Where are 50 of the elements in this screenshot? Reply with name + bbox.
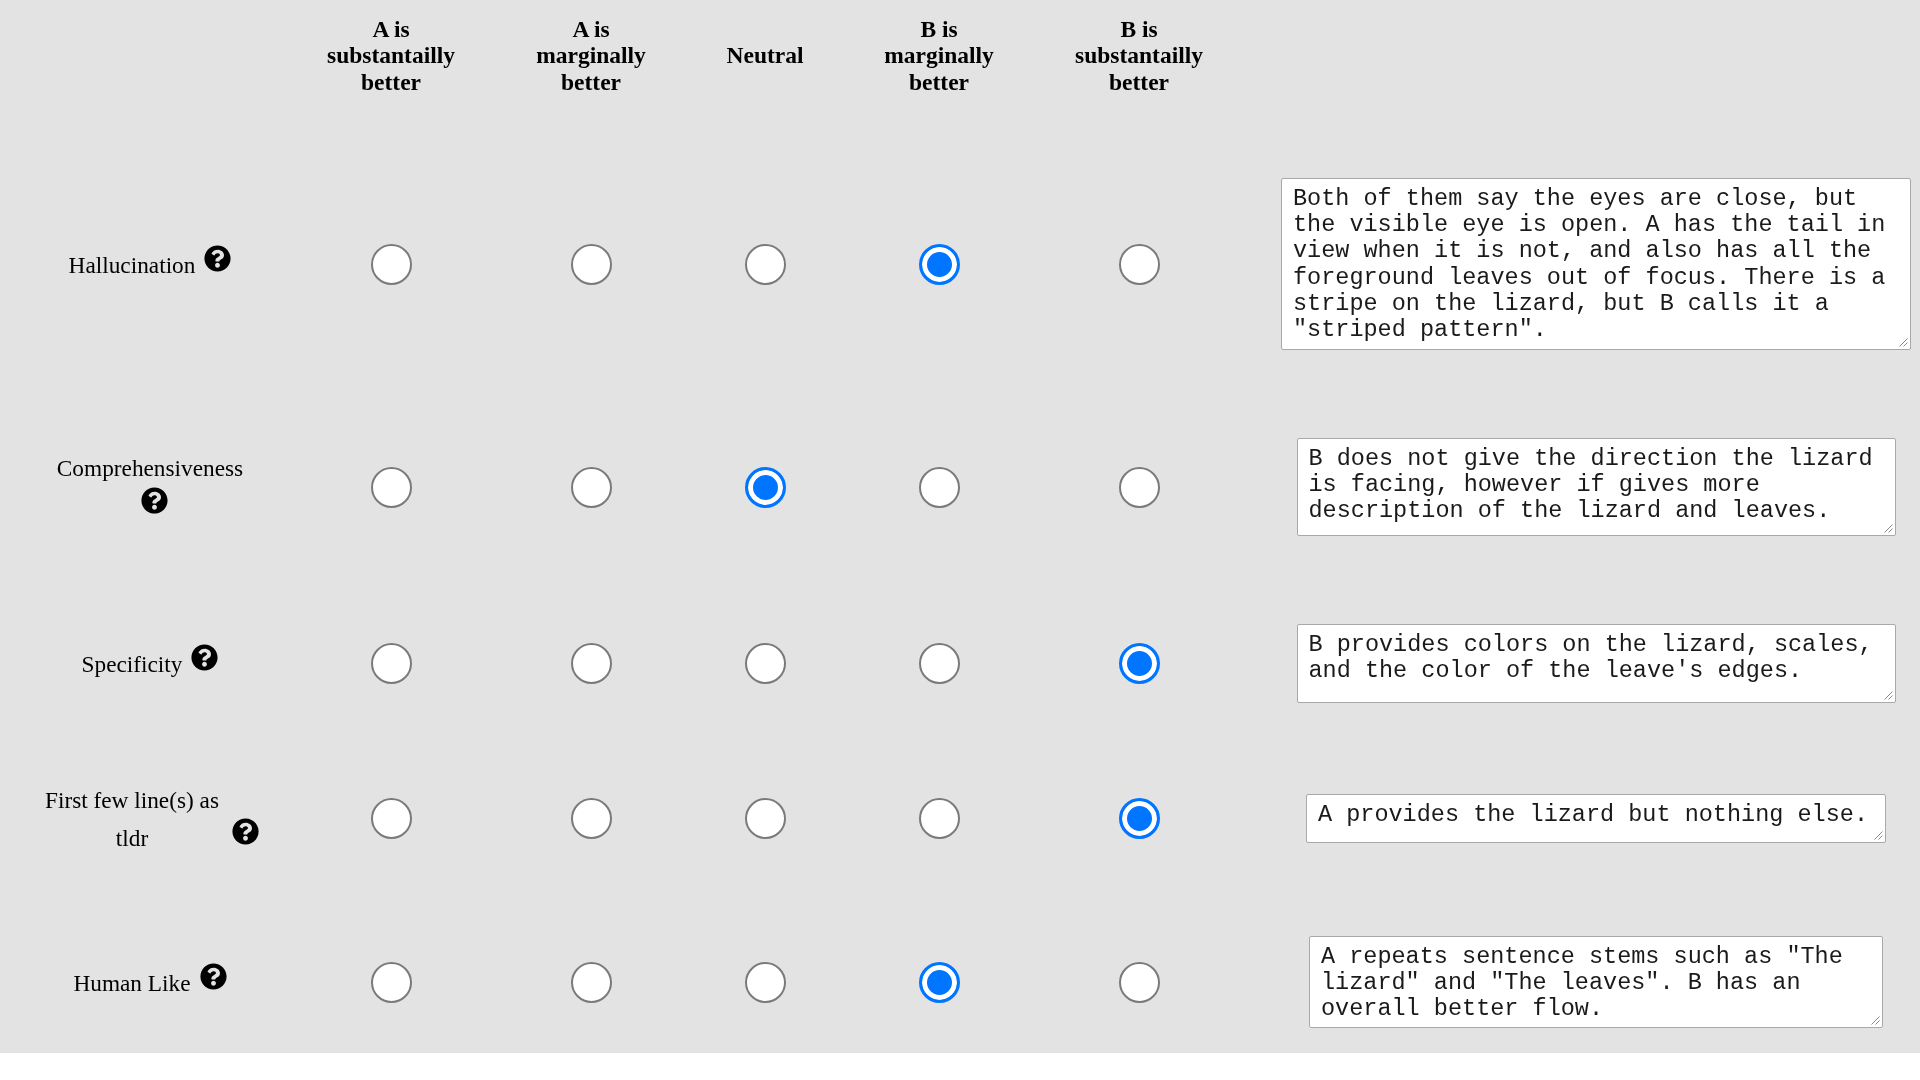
column-header: A is marginally better [535,16,647,95]
comment-field[interactable]: A repeats sentence stems such as "The lizard" and "The leaves". B has an overall better flow. [1309,936,1883,1028]
radio-button[interactable] [570,961,612,1003]
radio-button[interactable] [918,243,960,285]
column-header: A is substantailly better [326,16,456,95]
resize-grip-icon[interactable] [1874,831,1883,840]
radio-button[interactable] [918,643,960,684]
radio-button[interactable] [744,961,786,1003]
help-icon[interactable] [191,644,219,671]
comment-field[interactable]: Both of them say the eyes are close, but the visible eye is open. A has the tail in view when it is not, and also has all the foreground leaves out of focus. There is a stripe on the lizard, but B calls it a "striped pattern". [1281,178,1911,350]
help-icon[interactable] [204,244,232,272]
comment-field[interactable]: B provides colors on the lizard, scales, and the color of the leave's edges. [1296,624,1896,703]
radio-button[interactable] [918,466,960,508]
criterion-label: Human Like [73,968,191,998]
column-header: B is marginally better [883,16,995,95]
radio-button[interactable] [1118,243,1160,285]
radio-button[interactable] [744,243,786,285]
resize-grip-icon[interactable] [1899,338,1908,347]
radio-button[interactable] [370,466,412,508]
radio-button[interactable] [570,466,612,508]
radio-button[interactable] [370,798,412,839]
help-icon[interactable] [232,817,259,845]
column-header: Neutral [726,41,804,71]
radio-button[interactable] [570,243,612,285]
column-header: B is substantailly better [1074,16,1204,95]
radio-button[interactable] [918,961,960,1003]
criterion-label: Hallucination [68,250,196,280]
radio-button[interactable] [1118,961,1160,1003]
radio-button[interactable] [1118,798,1160,839]
criterion-label: Comprehensiveness [56,453,244,483]
radio-button[interactable] [370,643,412,684]
radio-button[interactable] [570,643,612,684]
radio-button[interactable] [570,798,612,839]
criterion-label: Specificity [81,650,183,679]
comment-field[interactable]: A provides the lizard but nothing else. [1306,794,1886,843]
radio-button[interactable] [744,798,786,839]
radio-button[interactable] [370,243,412,285]
radio-button[interactable] [1118,643,1160,684]
radio-button[interactable] [918,798,960,839]
radio-button[interactable] [1118,466,1160,508]
radio-button[interactable] [370,961,412,1003]
radio-button[interactable] [744,643,786,684]
help-icon[interactable] [141,486,168,514]
resize-grip-icon[interactable] [1883,691,1893,700]
resize-grip-icon[interactable] [1883,524,1893,533]
criterion-label: First few line(s) as tldr [43,785,220,853]
help-icon[interactable] [199,962,227,990]
resize-grip-icon[interactable] [1871,1016,1880,1025]
comment-field[interactable]: B does not give the direction the lizard is facing, however if gives more description of the lizard and leaves. [1296,438,1896,536]
radio-button[interactable] [744,466,786,508]
